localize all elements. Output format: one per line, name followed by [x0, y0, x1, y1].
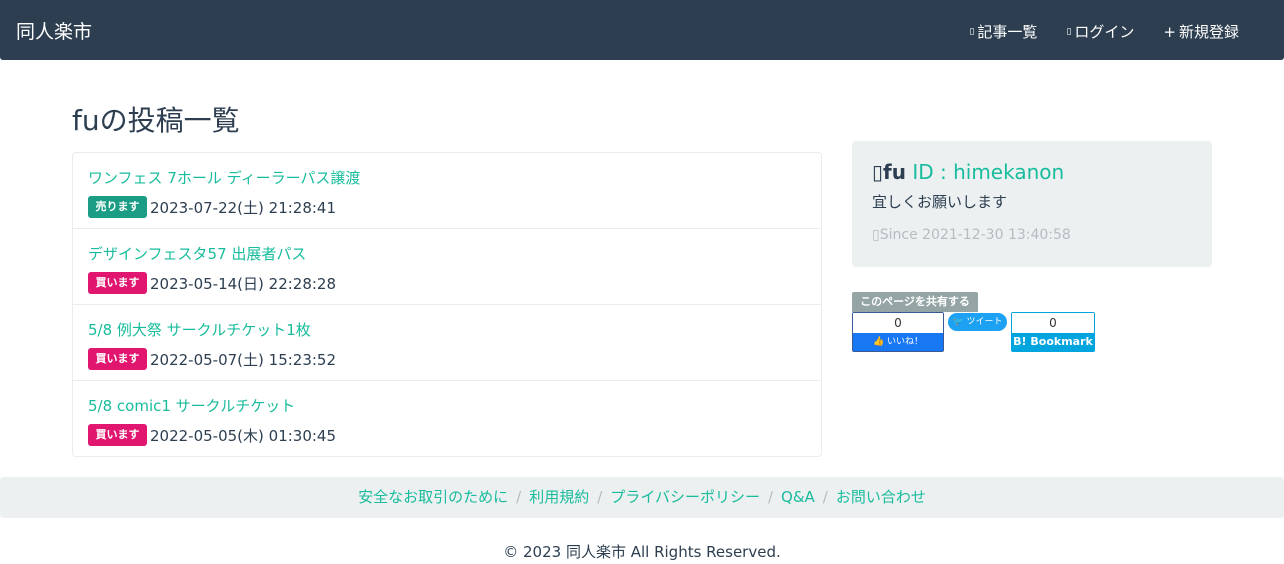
- brand-logo[interactable]: 同人楽市: [16, 17, 92, 44]
- list-item: 5/8 例大祭 サークルチケット1枚 買います 2022-05-07(土) 15…: [73, 305, 821, 381]
- post-title-link[interactable]: 5/8 comic1 サークルチケット: [88, 395, 295, 416]
- plus-icon: +: [1163, 22, 1176, 41]
- footer-link-terms[interactable]: 利用規約: [529, 488, 589, 506]
- copyright: © 2023 同人楽市 All Rights Reserved.: [503, 543, 781, 561]
- separator: /: [822, 488, 828, 506]
- share-label: このページを共有する: [852, 292, 978, 312]
- nav-register[interactable]: + 新規登録: [1163, 21, 1239, 42]
- footer-links: 安全なお取引のために / 利用規約 / プライバシーポリシー / Q&A / お問い合わせ: [0, 477, 1284, 518]
- article-list-icon: ▯: [969, 26, 975, 37]
- profile-name: fu: [883, 160, 906, 184]
- thumbs-up-icon: 👍: [872, 337, 885, 347]
- nav-login[interactable]: ▯ ログイン: [1066, 21, 1134, 42]
- profile-since: ▯Since 2021-12-30 13:40:58: [872, 227, 1071, 243]
- hatena-count: 0: [1012, 313, 1094, 333]
- post-date: 2023-05-14(日) 22:28:28: [150, 275, 337, 293]
- profile-heading: ▯fu ID : himekanon: [872, 160, 1064, 184]
- separator: /: [767, 488, 774, 506]
- footer-link-qa[interactable]: Q&A: [781, 488, 815, 506]
- sell-badge: 売ります: [88, 196, 147, 218]
- nav-menu: ▯ 記事一覧 ▯ ログイン + 新規登録: [969, 21, 1239, 42]
- facebook-like-label: 👍 いいね！: [853, 333, 943, 351]
- footer-link-privacy[interactable]: プライバシーポリシー: [610, 488, 760, 506]
- post-title-link[interactable]: デザインフェスタ57 出展者パス: [88, 243, 306, 264]
- login-icon: ▯: [1066, 26, 1072, 37]
- list-item: ワンフェス 7ホール ディーラーパス譲渡 売ります 2023-07-22(土) …: [73, 153, 821, 229]
- bookmark-text: Bookmark: [1030, 335, 1093, 348]
- separator: /: [597, 488, 603, 506]
- page-title: fuの投稿一覧: [72, 104, 240, 137]
- tweet-text: ツイート: [966, 317, 1003, 327]
- hatena-bookmark-label: B! Bookmark: [1012, 333, 1094, 351]
- post-title-link[interactable]: ワンフェス 7ホール ディーラーパス譲渡: [88, 167, 360, 188]
- like-text: いいね！: [887, 337, 924, 347]
- profile-id: ID : himekanon: [912, 160, 1065, 184]
- facebook-count: 0: [853, 313, 943, 333]
- post-date: 2022-05-07(土) 15:23:52: [150, 351, 337, 369]
- buy-badge: 買います: [88, 424, 147, 446]
- twitter-bird-icon: 🐦: [952, 317, 964, 327]
- buy-badge: 買います: [88, 348, 147, 370]
- footer-link-contact[interactable]: お問い合わせ: [836, 488, 926, 506]
- post-title-link[interactable]: 5/8 例大祭 サークルチケット1枚: [88, 319, 311, 340]
- buy-badge: 買います: [88, 272, 147, 294]
- list-item: デザインフェスタ57 出展者パス 買います 2023-05-14(日) 22:2…: [73, 229, 821, 305]
- twitter-tweet-button[interactable]: 🐦 ツイート: [948, 313, 1007, 331]
- nav-label: ログイン: [1074, 23, 1135, 41]
- profile-bio: 宜しくお願いします: [872, 193, 1008, 211]
- calendar-icon: ▯: [872, 227, 880, 243]
- nav-label: 記事一覧: [977, 23, 1038, 41]
- user-icon: ▯: [872, 160, 884, 184]
- nav-label: 新規登録: [1178, 23, 1239, 41]
- facebook-like-button[interactable]: 0 👍 いいね！: [852, 312, 944, 352]
- separator: /: [516, 488, 522, 506]
- navbar: 同人楽市 ▯ 記事一覧 ▯ ログイン + 新規登録: [0, 0, 1284, 60]
- hatena-bookmark-button[interactable]: 0 B! Bookmark: [1011, 312, 1095, 352]
- post-list: ワンフェス 7ホール ディーラーパス譲渡 売ります 2023-07-22(土) …: [72, 152, 822, 457]
- profile-card: ▯fu ID : himekanon 宜しくお願いします ▯Since 2021…: [852, 141, 1212, 267]
- since-text: Since 2021-12-30 13:40:58: [879, 227, 1071, 243]
- hatena-icon: B!: [1013, 335, 1027, 348]
- nav-article-list[interactable]: ▯ 記事一覧: [969, 21, 1037, 42]
- footer-link-safety[interactable]: 安全なお取引のために: [358, 488, 508, 506]
- post-date: 2022-05-05(木) 01:30:45: [150, 427, 337, 445]
- list-item: 5/8 comic1 サークルチケット 買います 2022-05-05(木) 0…: [73, 381, 821, 456]
- post-date: 2023-07-22(土) 21:28:41: [150, 199, 337, 217]
